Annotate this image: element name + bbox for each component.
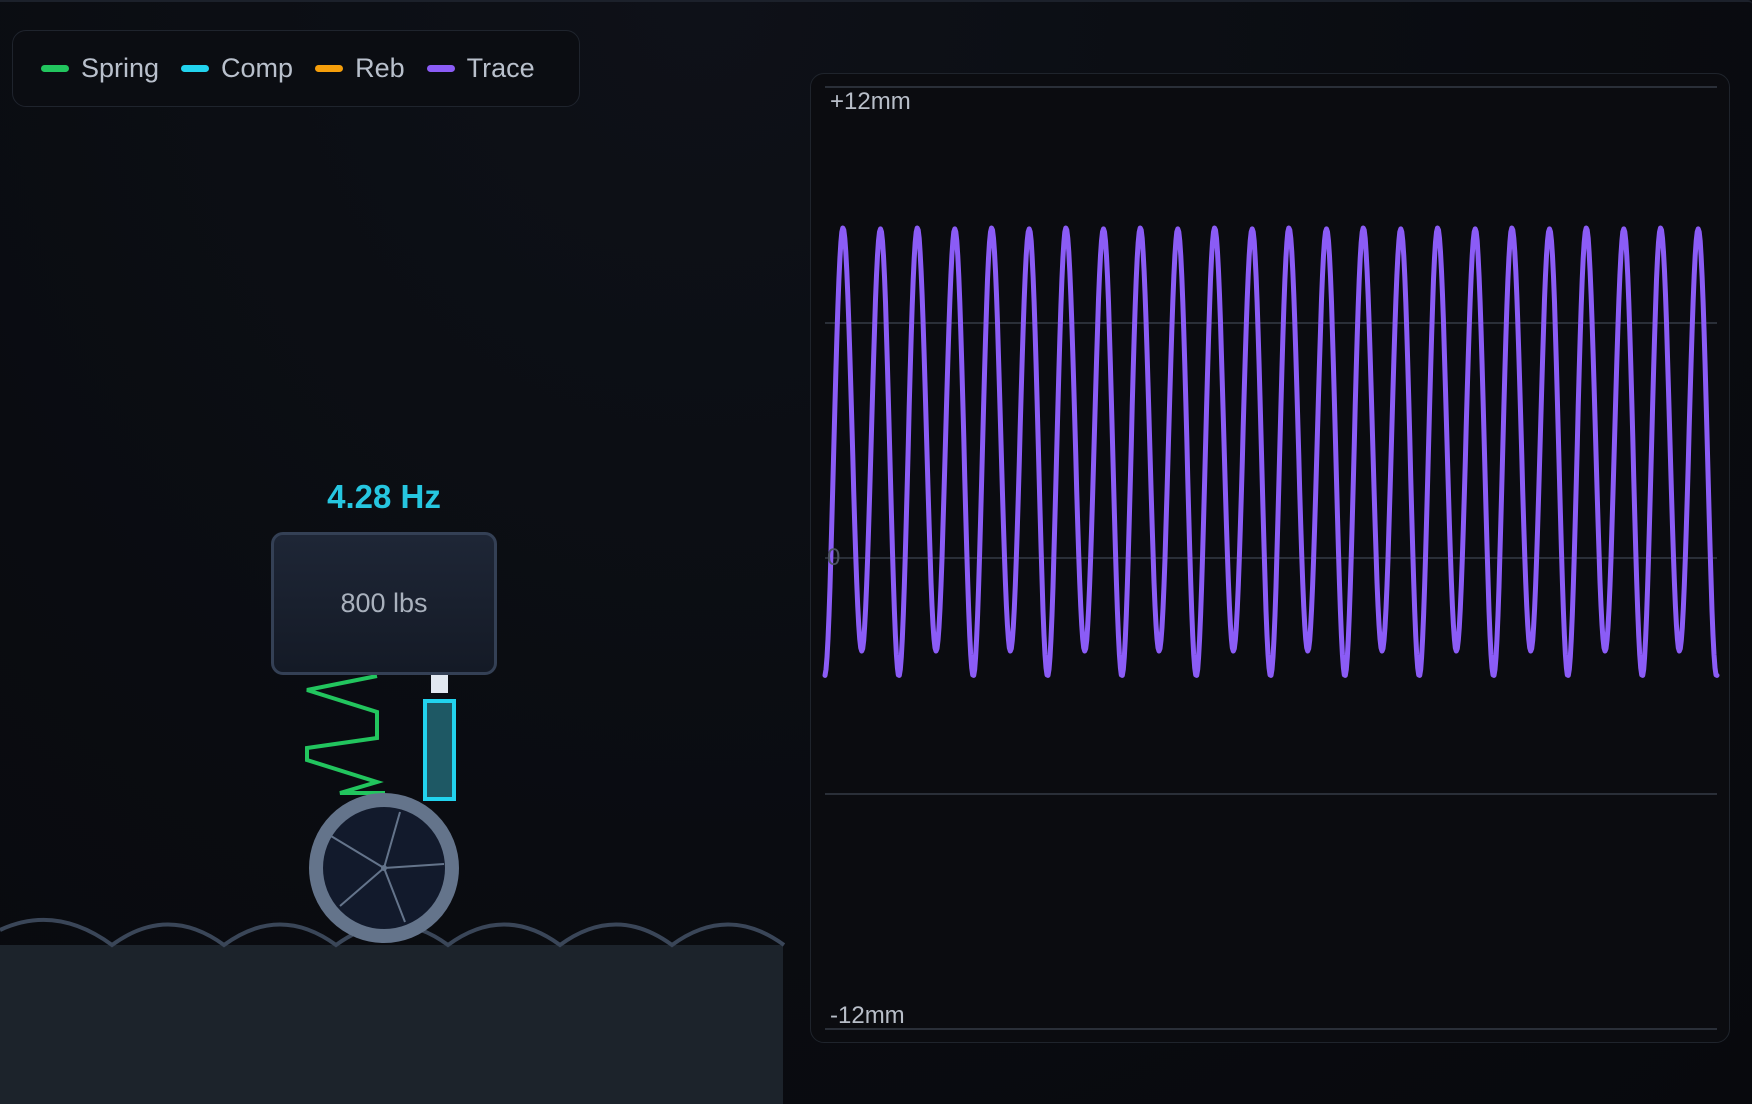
- damper-rod-cap: [431, 675, 448, 693]
- trace-line: [822, 225, 1720, 678]
- ground-block: [0, 945, 783, 1104]
- damper-body: [423, 699, 456, 801]
- sprung-mass-block: 800 lbs: [271, 532, 497, 675]
- wheel-hub: [381, 865, 387, 871]
- spring-coil: [305, 674, 385, 795]
- trace-max-label: +12mm: [830, 88, 911, 115]
- mass-label: 800 lbs: [340, 588, 428, 618]
- trace-zero-label: 0: [827, 544, 841, 571]
- trace-min-label: -12mm: [830, 1002, 905, 1029]
- frequency-readout: 4.28 Hz: [327, 478, 441, 515]
- trace-panel: +12mm 0 -12mm: [810, 73, 1730, 1043]
- trace-gridlines: [825, 86, 1717, 1030]
- suspension-simulation: 4.28 Hz 800 lbs: [0, 0, 785, 1104]
- trace-plot: [822, 86, 1720, 1030]
